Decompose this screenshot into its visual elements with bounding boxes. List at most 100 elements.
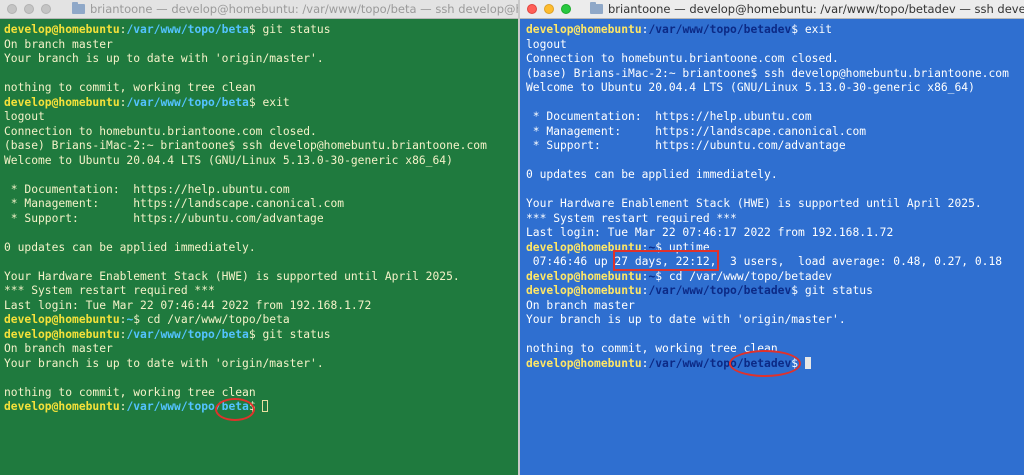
terminal-line: Your branch is up to date with 'origin/m… (4, 357, 518, 372)
terminal-line: nothing to commit, working tree clean (4, 386, 518, 401)
prompt-path: /var/www/topo/betadev (648, 284, 792, 297)
line-text: 0 updates can be applied immediately. (4, 240, 256, 254)
terminal-output[interactable]: develop@homebuntu:/var/www/topo/beta$ gi… (4, 23, 518, 415)
line-text: nothing to commit, working tree clean (526, 342, 778, 355)
prompt-user: develop@homebuntu (4, 400, 120, 413)
line-text: * Documentation: https://help.ubuntu.com (4, 182, 290, 196)
terminal-line: Connection to homebuntu.briantoone.com c… (526, 52, 1024, 67)
close-button[interactable] (527, 4, 537, 14)
terminal-line: 07:46:46 up 27 days, 22:12, 3 users, loa… (526, 255, 1024, 270)
close-button[interactable] (7, 4, 17, 14)
terminal-line: develop@homebuntu:/var/www/topo/beta$ ex… (4, 96, 518, 111)
line-text: Your branch is up to date with 'origin/m… (526, 313, 846, 326)
terminal-line: develop@homebuntu:/var/www/topo/betadev$… (526, 23, 1024, 38)
line-text: Your branch is up to date with 'origin/m… (4, 52, 324, 65)
prompt-path: /var/www/topo/beta (126, 23, 249, 36)
line-text: *** System restart required *** (4, 284, 215, 297)
folder-icon (72, 2, 85, 14)
terminal-line: Your Hardware Enablement Stack (HWE) is … (526, 197, 1024, 212)
terminal-window-betadev[interactable]: briantoone — develop@homebuntu: /var/www… (520, 0, 1024, 475)
zoom-button[interactable] (561, 4, 571, 14)
prompt-user: develop@homebuntu (4, 23, 120, 36)
line-text: Welcome to Ubuntu 20.04.4 LTS (GNU/Linux… (4, 153, 453, 167)
line-text: 0 updates can be applied immediately. (526, 168, 778, 181)
window-controls (527, 4, 571, 14)
prompt-path: /var/www/topo/beta (126, 400, 249, 413)
minimize-button[interactable] (24, 4, 34, 14)
window-title: briantoone — develop@homebuntu: /var/www… (590, 2, 1024, 16)
line-text: Last login: Tue Mar 22 07:46:17 2022 fro… (526, 226, 894, 239)
line-text: logout (4, 110, 45, 123)
prompt-user: develop@homebuntu (526, 356, 642, 370)
prompt-user: develop@homebuntu (4, 327, 120, 341)
terminal-line: On branch master (526, 299, 1024, 314)
line-text: * Documentation: https://help.ubuntu.com (526, 110, 812, 123)
line-text: * Management: https://landscape.canonica… (4, 197, 345, 210)
terminal-line: Welcome to Ubuntu 20.04.4 LTS (GNU/Linux… (4, 154, 518, 169)
terminal-line: (base) Brians-iMac-2:~ briantoone$ ssh d… (526, 67, 1024, 82)
title-bar[interactable]: briantoone — develop@homebuntu: /var/www… (520, 0, 1024, 19)
prompt-path: /var/www/topo/betadev (648, 356, 792, 370)
prompt-user: develop@homebuntu (526, 23, 642, 36)
window-controls (7, 4, 51, 14)
terminal-line: * Management: https://landscape.canonica… (4, 197, 518, 212)
terminal-line: * Support: https://ubuntu.com/advantage (526, 139, 1024, 154)
line-text: 07:46:46 up 27 days, 22:12, 3 users, loa… (526, 255, 1003, 268)
minimize-button[interactable] (544, 4, 554, 14)
line-text: *** System restart required *** (526, 211, 737, 225)
terminal-output[interactable]: develop@homebuntu:/var/www/topo/betadev$… (526, 23, 1024, 371)
terminal-line: Your Hardware Enablement Stack (HWE) is … (4, 270, 518, 285)
terminal-line: * Management: https://landscape.canonica… (526, 125, 1024, 140)
line-text: $ cd /var/www/topo/betadev (655, 269, 833, 283)
terminal-line: 0 updates can be applied immediately. (526, 168, 1024, 183)
title-bar[interactable]: briantoone — develop@homebuntu: /var/www… (0, 0, 518, 19)
line-text: $ git status (791, 284, 873, 297)
line-text: Welcome to Ubuntu 20.04.4 LTS (GNU/Linux… (526, 81, 975, 94)
line-text: On branch master (526, 298, 635, 312)
text-cursor (804, 356, 811, 369)
line-text: (base) Brians-iMac-2:~ briantoone$ ssh d… (4, 139, 487, 152)
terminal-line: On branch master (4, 342, 518, 357)
line-text: nothing to commit, working tree clean (4, 81, 256, 94)
line-text: Connection to homebuntu.briantoone.com c… (526, 52, 839, 65)
terminal-line: nothing to commit, working tree clean (526, 342, 1024, 357)
line-text: nothing to commit, working tree clean (4, 385, 256, 399)
terminal-line: develop@homebuntu:/var/www/topo/beta$ gi… (4, 328, 518, 343)
terminal-line: develop@homebuntu:/var/www/topo/beta$ (4, 400, 518, 415)
terminal-line: Connection to homebuntu.briantoone.com c… (4, 125, 518, 140)
terminal-window-beta[interactable]: briantoone — develop@homebuntu: /var/www… (0, 0, 518, 475)
terminal-line: develop@homebuntu:~$ uptime (526, 241, 1024, 256)
terminal-line: develop@homebuntu:/var/www/topo/betadev$… (526, 284, 1024, 299)
line-text: On branch master (4, 342, 113, 355)
line-text: $ (791, 356, 805, 370)
terminal-line: develop@homebuntu:~$ cd /var/www/topo/be… (4, 313, 518, 328)
prompt-path: /var/www/topo/beta (126, 327, 249, 341)
terminal-line: 0 updates can be applied immediately. (4, 241, 518, 256)
prompt-user: develop@homebuntu (4, 313, 120, 326)
terminal-line: nothing to commit, working tree clean (4, 81, 518, 96)
terminal-line: * Support: https://ubuntu.com/advantage (4, 212, 518, 227)
window-title-text: briantoone — develop@homebuntu: /var/www… (90, 2, 518, 16)
prompt-user: develop@homebuntu (526, 269, 642, 283)
line-text: $ exit (248, 95, 290, 109)
line-text: Connection to homebuntu.briantoone.com c… (4, 124, 317, 138)
line-text: $ cd /var/www/topo/beta (133, 313, 290, 326)
zoom-button[interactable] (41, 4, 51, 14)
line-text: Last login: Tue Mar 22 07:46:44 2022 fro… (4, 298, 372, 312)
terminal-line: Your branch is up to date with 'origin/m… (526, 313, 1024, 328)
terminal-line: * Documentation: https://help.ubuntu.com (526, 110, 1024, 125)
terminal-line: On branch master (4, 38, 518, 53)
line-text: * Management: https://landscape.canonica… (526, 124, 867, 138)
line-text: Your branch is up to date with 'origin/m… (4, 356, 324, 370)
line-text: $ uptime (655, 240, 710, 254)
line-text: logout (526, 37, 567, 51)
folder-icon (590, 2, 603, 14)
line-text: Your Hardware Enablement Stack (HWE) is … (526, 197, 982, 210)
